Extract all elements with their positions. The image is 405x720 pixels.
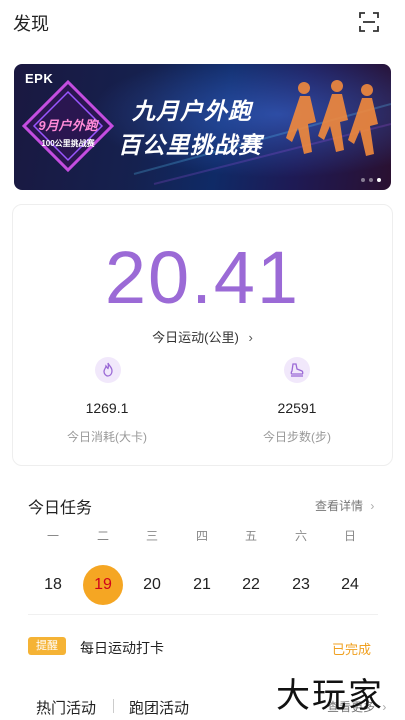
banner-title-line1: 九月户外跑 xyxy=(132,98,252,124)
date-cell[interactable]: 20 xyxy=(132,565,172,605)
reminder-badge: 提醒 xyxy=(28,637,66,655)
calories-label: 今日消耗(大卡) xyxy=(67,430,147,444)
weekday-label: 五 xyxy=(244,529,257,543)
distance-label: 今日运动(公里) xyxy=(152,330,239,345)
tab-divider xyxy=(113,699,114,713)
carousel-dot[interactable] xyxy=(361,178,365,182)
carousel-dot[interactable] xyxy=(369,178,373,182)
reminder-status: 已完成 xyxy=(332,642,372,657)
reminder-task-text[interactable]: 每日运动打卡 xyxy=(80,638,164,658)
tasks-title: 今日任务 xyxy=(28,500,93,517)
emblem-title: 9月户外跑 xyxy=(38,118,99,133)
date-cell-selected[interactable]: 19 xyxy=(83,565,123,605)
weekday-label: 一 xyxy=(46,529,59,543)
chevron-right-icon: › xyxy=(370,499,375,513)
flame-icon xyxy=(95,357,121,383)
divider xyxy=(28,614,378,615)
weekday-label: 三 xyxy=(145,529,158,543)
scan-icon[interactable] xyxy=(358,11,380,33)
watermark-logo: 大玩家 xyxy=(276,676,384,716)
tab-club-activities[interactable]: 跑团活动 xyxy=(129,697,189,718)
date-cell[interactable]: 24 xyxy=(330,565,370,605)
date-cell[interactable]: 22 xyxy=(231,565,271,605)
weekday-label: 二 xyxy=(96,529,109,543)
event-emblem: 9月户外跑 100公里挑战赛 xyxy=(21,79,115,173)
emblem-subtitle: 100公里挑战赛 xyxy=(41,138,95,148)
date-cell[interactable]: 23 xyxy=(281,565,321,605)
weekday-label: 四 xyxy=(195,529,208,543)
calories-value: 1269.1 xyxy=(85,400,129,416)
date-cell[interactable]: 21 xyxy=(182,565,222,605)
banner-title-line2: 百公里挑战赛 xyxy=(118,132,262,158)
tab-hot-activities[interactable]: 热门活动 xyxy=(36,697,96,718)
chevron-right-icon: › xyxy=(248,330,253,345)
tasks-details-link[interactable]: 查看详情 › xyxy=(315,497,374,514)
distance-value: 20.41 xyxy=(104,236,301,319)
weekday-label: 六 xyxy=(294,529,307,543)
weekday-label: 日 xyxy=(343,529,356,543)
weekday-row: 一 二 三 四 五 六 日 xyxy=(28,527,378,543)
runners-illustration xyxy=(286,80,378,156)
top-bar: 发现 xyxy=(0,0,405,44)
steps-label: 今日步数(步) xyxy=(263,430,331,444)
shoe-icon xyxy=(284,357,310,383)
distance-label-link[interactable]: 今日运动(公里) › xyxy=(0,327,405,346)
carousel-dot-active[interactable] xyxy=(377,178,381,182)
tasks-details-label: 查看详情 xyxy=(315,499,364,513)
carousel-dots xyxy=(361,178,381,182)
page-title: 发现 xyxy=(13,14,49,34)
date-cell[interactable]: 18 xyxy=(33,565,73,605)
steps-value: 22591 xyxy=(277,400,317,416)
promo-banner[interactable]: EPK 9月户外跑 100公里挑战赛 九月户外跑 百公里挑战赛 xyxy=(14,64,391,190)
date-row: 18 19 20 21 22 23 24 xyxy=(28,565,378,605)
